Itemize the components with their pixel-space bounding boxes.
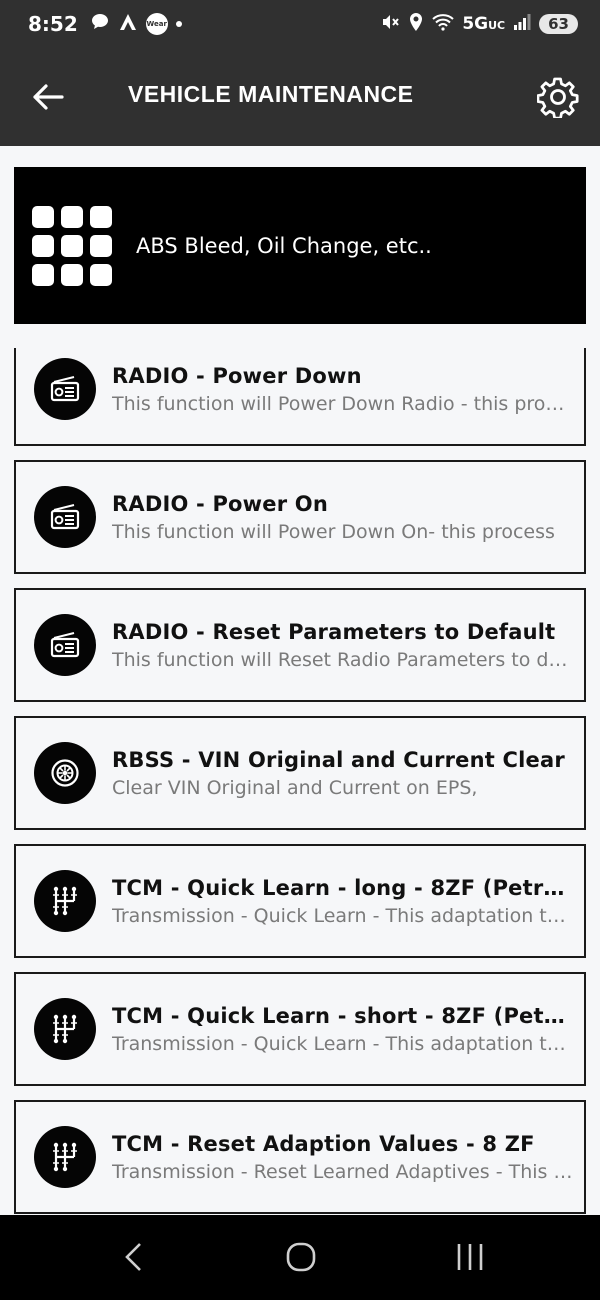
- function-list-item[interactable]: TCM - Quick Learn - long - 8ZF (Petrol) T…: [14, 844, 586, 958]
- page-title: VEHICLE MAINTENANCE: [128, 81, 414, 107]
- function-description: This function will Power Down Radio - th…: [112, 392, 574, 415]
- radio-icon: [34, 358, 96, 420]
- function-list-item[interactable]: RBSS - VIN Original and Current Clear Cle…: [14, 716, 586, 830]
- status-right: 5GUC 63: [380, 12, 578, 36]
- nav-back-button[interactable]: [104, 1235, 164, 1279]
- function-list-item[interactable]: TCM - Quick Learn - short - 8ZF (Petrol)…: [14, 972, 586, 1086]
- wear-icon: Wear: [145, 13, 168, 35]
- wifi-icon: [432, 13, 454, 35]
- more-notifications-icon: [175, 21, 182, 27]
- home-icon: [286, 1242, 316, 1272]
- signal-icon: [513, 14, 531, 34]
- recents-icon: [457, 1244, 483, 1270]
- function-description: Transmission - Quick Learn - This adapta…: [112, 904, 574, 927]
- function-title: RBSS - VIN Original and Current Clear: [112, 747, 565, 772]
- location-icon: [408, 12, 424, 36]
- nav-recents-button[interactable]: [440, 1235, 500, 1279]
- app-header: VEHICLE MAINTENANCE: [0, 48, 600, 146]
- banner-text: ABS Bleed, Oil Change, etc..: [136, 233, 432, 258]
- chevron-left-icon: [125, 1243, 141, 1271]
- network-label: 5G: [462, 14, 489, 34]
- function-description: This function will Reset Radio Parameter…: [112, 648, 574, 671]
- function-list-item[interactable]: RADIO - Power Down This function will Pow…: [14, 348, 586, 446]
- network-suffix: UC: [488, 19, 506, 32]
- function-title: TCM - Reset Adaption Values - 8 ZF: [112, 1131, 535, 1156]
- function-title: RADIO - Reset Parameters to Default: [112, 619, 556, 644]
- steering-wheel-icon: [34, 742, 96, 804]
- category-banner[interactable]: ABS Bleed, Oil Change, etc..: [14, 167, 586, 324]
- status-bar: 8:52 Wear 5GUC 63: [0, 0, 600, 48]
- function-title: RADIO - Power Down: [112, 363, 362, 388]
- back-button[interactable]: [26, 75, 70, 119]
- nav-home-button[interactable]: [271, 1235, 331, 1279]
- battery-indicator: 63: [539, 14, 578, 34]
- function-description: Clear VIN Original and Current on EPS,: [112, 776, 478, 799]
- function-title: RADIO - Power On: [112, 491, 328, 516]
- function-list-item[interactable]: TCM - Reset Adaption Values - 8 ZF Transm…: [14, 1100, 586, 1214]
- apps-grid-icon: [32, 205, 112, 286]
- function-list-item-body: RBSS - VIN Original and Current Clear Cle…: [112, 748, 574, 799]
- function-description: This function will Power Down On- this p…: [112, 520, 555, 543]
- status-left: 8:52 Wear: [28, 12, 182, 36]
- radio-icon: [34, 486, 96, 548]
- mute-icon: [380, 12, 400, 36]
- network-type: 5GUC: [462, 14, 505, 34]
- gear-shift-icon: [34, 1126, 96, 1188]
- function-list-item-body: RADIO - Reset Parameters to Default This …: [112, 620, 574, 671]
- gear-shift-icon: [34, 870, 96, 932]
- function-title: TCM - Quick Learn - long - 8ZF (Petrol): [112, 875, 574, 900]
- radio-icon: [34, 614, 96, 676]
- function-list-item-body: RADIO - Power On This function will Power…: [112, 492, 574, 543]
- settings-button[interactable]: [534, 73, 582, 121]
- function-list-item[interactable]: RADIO - Reset Parameters to Default This …: [14, 588, 586, 702]
- function-title: TCM - Quick Learn - short - 8ZF (Petrol): [112, 1003, 574, 1028]
- gear-shift-icon: [34, 998, 96, 1060]
- message-icon: [90, 12, 110, 36]
- function-list-item-body: RADIO - Power Down This function will Pow…: [112, 364, 574, 415]
- function-list-item[interactable]: RADIO - Power On This function will Power…: [14, 460, 586, 574]
- function-list-item-body: TCM - Reset Adaption Values - 8 ZF Transm…: [112, 1132, 574, 1183]
- function-list-item-body: TCM - Quick Learn - long - 8ZF (Petrol) T…: [112, 876, 574, 927]
- function-list-item-body: TCM - Quick Learn - short - 8ZF (Petrol)…: [112, 1004, 574, 1055]
- function-list[interactable]: RADIO - Power Down This function will Pow…: [0, 348, 600, 1215]
- back-arrow-icon: [33, 84, 64, 110]
- app-notification-icon: [118, 12, 138, 36]
- status-time: 8:52: [28, 12, 78, 36]
- gear-icon: [537, 77, 579, 118]
- system-nav-bar: [0, 1215, 600, 1300]
- function-description: Transmission - Reset Learned Adaptives -…: [112, 1160, 574, 1183]
- function-description: Transmission - Quick Learn - This adapta…: [112, 1032, 574, 1055]
